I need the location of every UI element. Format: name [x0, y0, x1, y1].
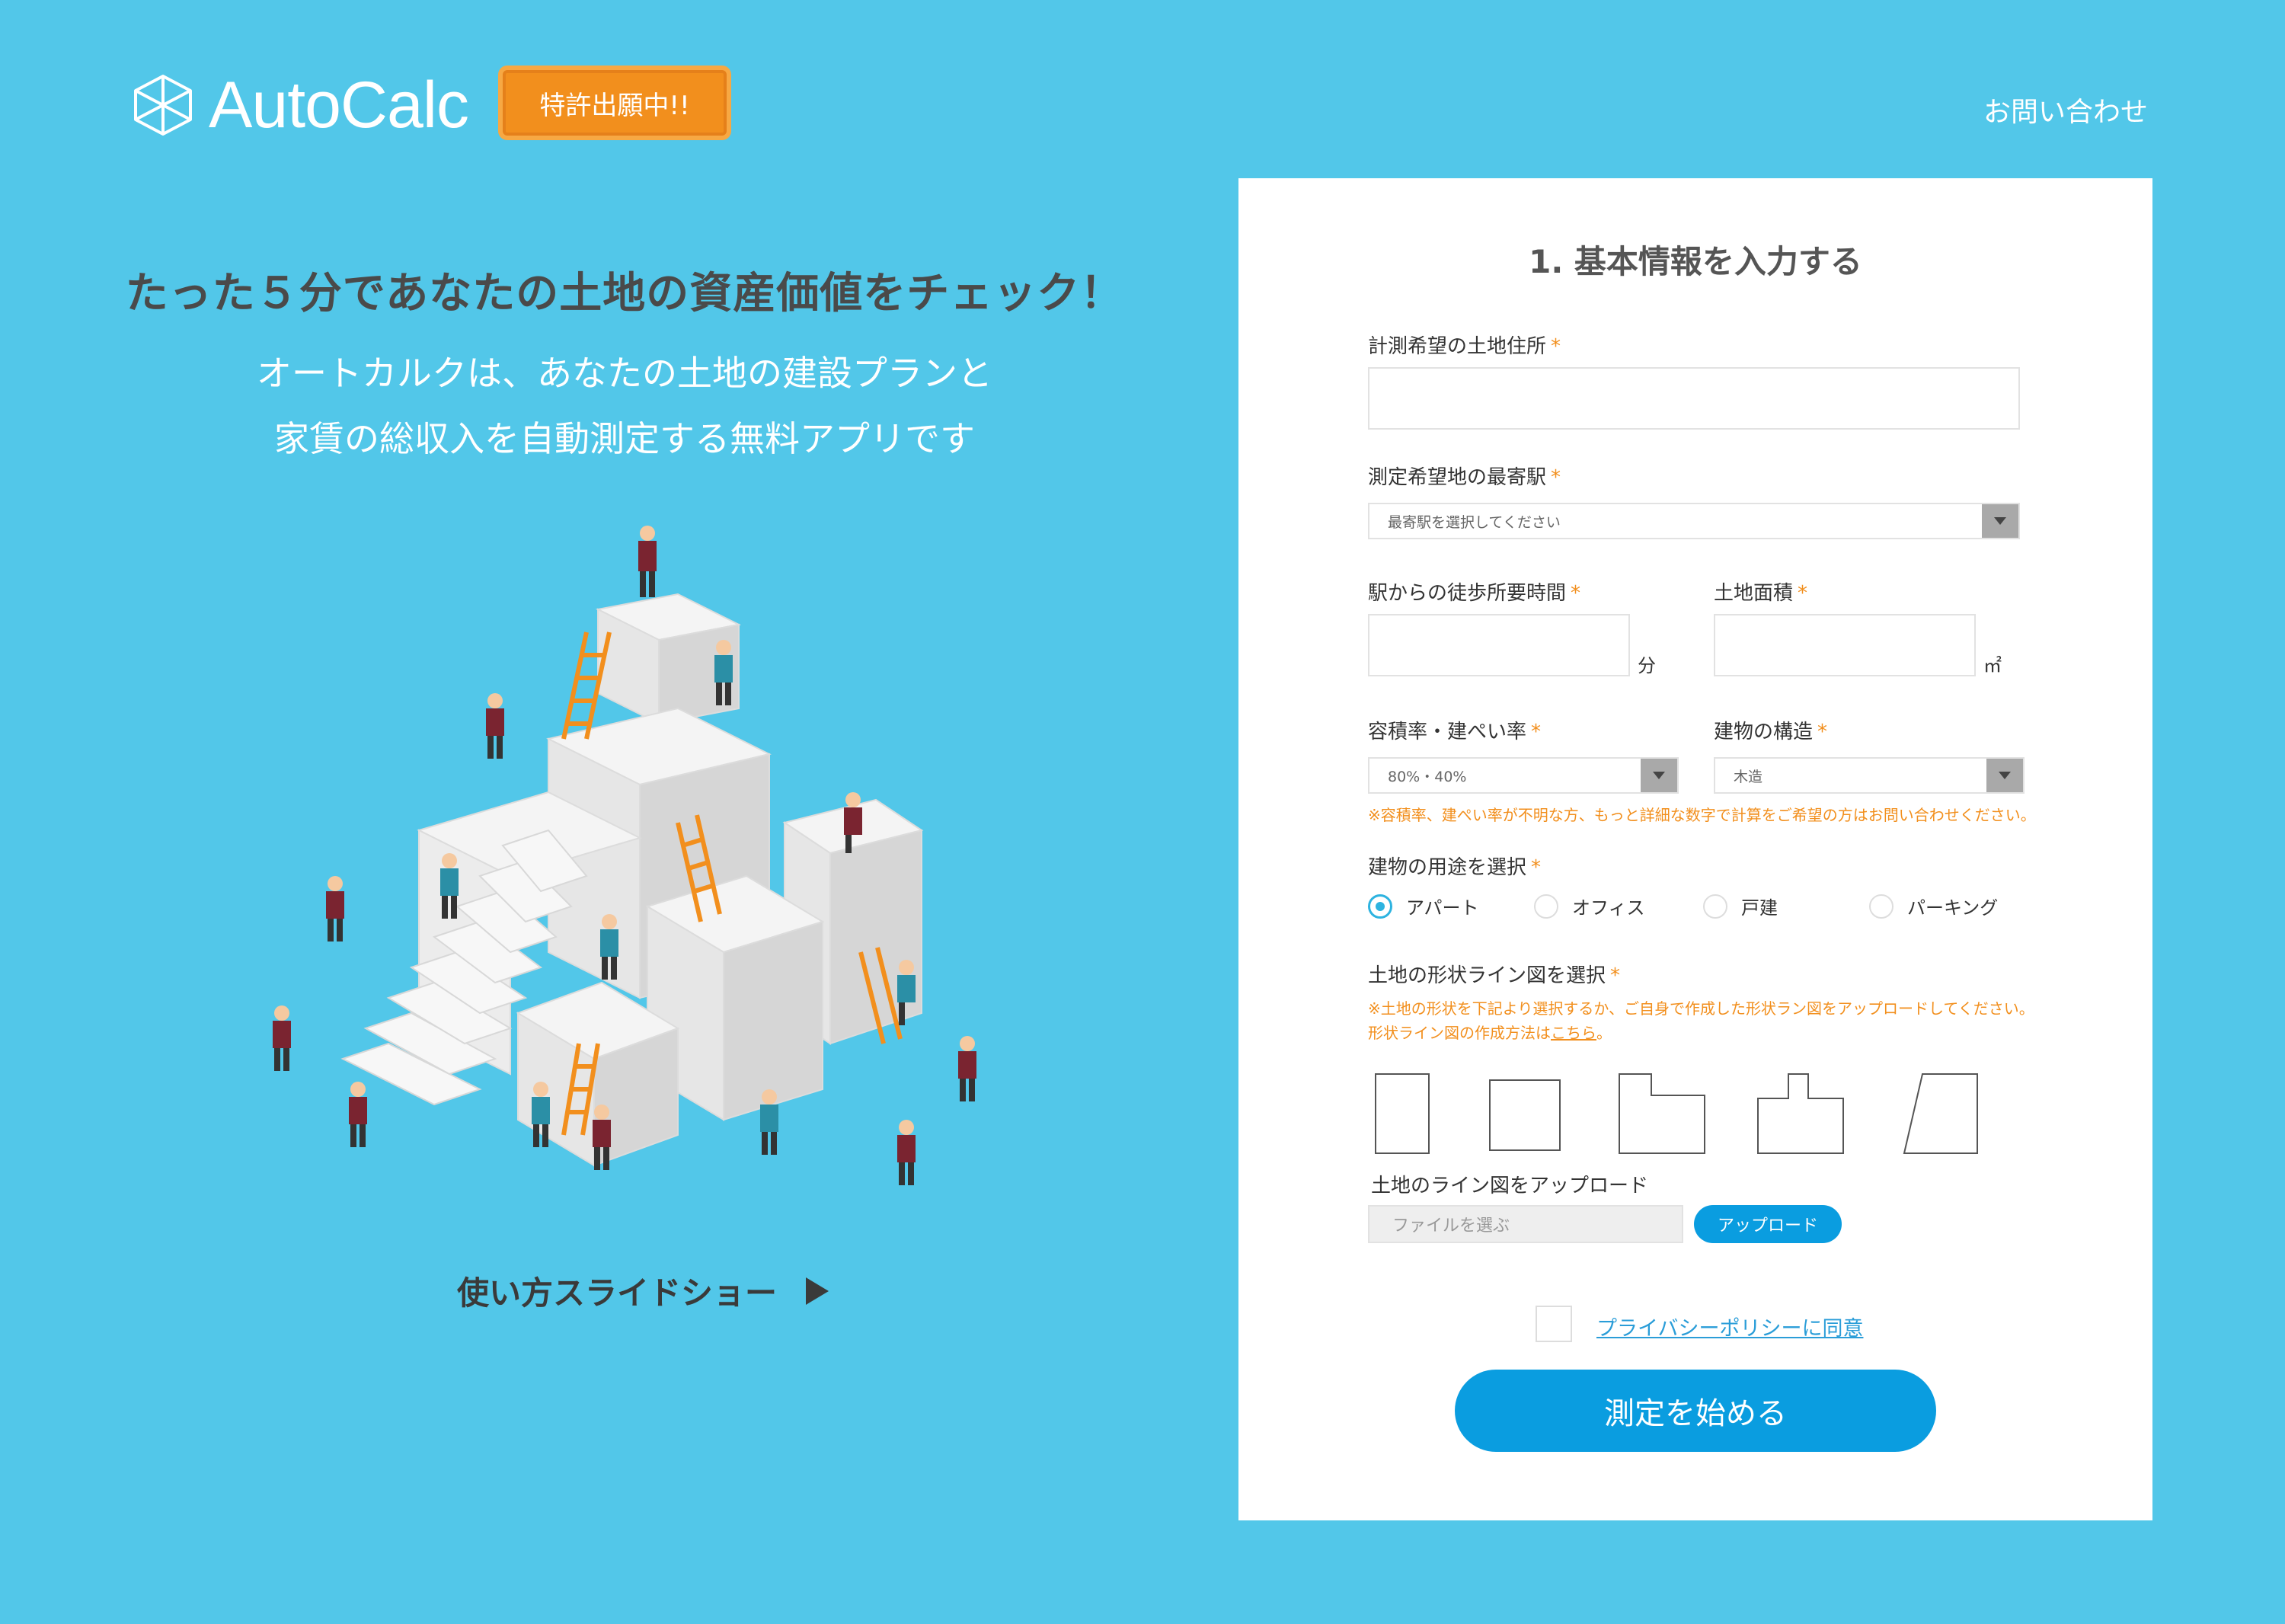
- address-label-text: 計測希望の土地住所: [1368, 335, 1547, 358]
- required-asterisk: *: [1531, 721, 1542, 743]
- privacy-checkbox[interactable]: [1536, 1306, 1572, 1342]
- structure-label: 建物の構造 *: [1714, 716, 1827, 744]
- land-area-input[interactable]: [1714, 614, 1976, 676]
- headline: たった５分であなたの土地の資産価値をチェック！: [125, 269, 1124, 318]
- required-asterisk: *: [1571, 582, 1581, 605]
- radio-apartment[interactable]: アパート: [1368, 893, 1479, 919]
- required-asterisk: *: [1531, 856, 1542, 879]
- land-area-label-text: 土地面積: [1714, 582, 1794, 605]
- required-asterisk: *: [1551, 335, 1561, 358]
- chevron-down-icon[interactable]: [1641, 759, 1677, 792]
- station-placeholder: 最寄駅を選択してください: [1388, 513, 1561, 531]
- radio-house[interactable]: 戸建: [1703, 893, 1778, 919]
- radio-empty-icon: [1703, 894, 1727, 919]
- cube-logo-icon: [134, 75, 192, 136]
- radio-apartment-label: アパート: [1406, 897, 1479, 919]
- ratio-label: 容積率・建ぺい率 *: [1368, 716, 1541, 744]
- chevron-down-icon[interactable]: [1986, 759, 2023, 792]
- shape-notched-option[interactable]: [1619, 1073, 1705, 1154]
- walk-time-label: 駅からの徒歩所要時間 *: [1368, 577, 1580, 606]
- form-panel: 1. 基本情報を入力する 計測希望の土地住所 * 測定希望地の最寄駅 * 最寄駅を選…: [1238, 178, 2152, 1520]
- usage-label: 建物の用途を選択 *: [1368, 852, 1541, 880]
- upload-label: 土地のライン図をアップロード: [1371, 1175, 1649, 1197]
- radio-house-label: 戸建: [1741, 897, 1778, 919]
- privacy-policy-link[interactable]: プライバシーポリシーに同意: [1596, 1312, 1863, 1341]
- required-asterisk: *: [1551, 466, 1561, 489]
- radio-office[interactable]: オフィス: [1534, 893, 1645, 919]
- contact-link[interactable]: お問い合わせ: [1983, 90, 2148, 129]
- walk-time-unit: 分: [1638, 655, 1656, 676]
- shape-options: [1375, 1073, 1978, 1154]
- slideshow-label: 使い方スライドショー: [457, 1274, 778, 1312]
- shape-note-2-suffix: 。: [1596, 1024, 1612, 1042]
- walk-time-input[interactable]: [1368, 614, 1630, 676]
- shape-label-text: 土地の形状ライン図を選択: [1368, 964, 1606, 987]
- land-area-label: 土地面積 *: [1714, 577, 1807, 606]
- radio-empty-icon: [1534, 894, 1558, 919]
- required-asterisk: *: [1798, 582, 1808, 605]
- shape-square-option[interactable]: [1489, 1079, 1561, 1151]
- required-asterisk: *: [1817, 721, 1828, 743]
- structure-select[interactable]: 木造: [1714, 757, 2025, 794]
- logo-text: AutoCalc: [209, 68, 469, 142]
- file-select-input[interactable]: ファイルを選ぶ: [1368, 1205, 1683, 1243]
- walk-time-label-text: 駅からの徒歩所要時間: [1368, 582, 1567, 605]
- upload-button[interactable]: アップロード: [1694, 1205, 1842, 1243]
- shape-t-option[interactable]: [1757, 1073, 1844, 1154]
- ratio-note: ※容積率、建ぺい率が不明な方、もっと詳細な数字で計算をご希望の方はお問い合わせく…: [1368, 806, 2036, 824]
- play-icon: [806, 1277, 829, 1305]
- shape-note-2: 形状ライン図の作成方法はこちら。: [1368, 1021, 2099, 1043]
- required-asterisk: *: [1610, 964, 1621, 987]
- shape-note-1: ※土地の形状を下記より選択するか、ご自身で作成した形状ラン図をアップロードしてく…: [1368, 999, 2034, 1018]
- station-label: 測定希望地の最寄駅 *: [1368, 462, 1561, 490]
- radio-parking-label: パーキング: [1907, 897, 1999, 919]
- land-area-unit: ㎡: [1983, 655, 2002, 676]
- shape-howto-link[interactable]: こちら: [1551, 1024, 1596, 1042]
- shape-label: 土地の形状ライン図を選択 *: [1368, 960, 1620, 988]
- structure-value: 木造: [1734, 768, 1763, 785]
- shape-trapezoid-option[interactable]: [1903, 1073, 1978, 1154]
- start-measurement-button[interactable]: 測定を始める: [1455, 1370, 1936, 1452]
- address-label: 計測希望の土地住所 *: [1368, 331, 1561, 359]
- station-select[interactable]: 最寄駅を選択してください: [1368, 503, 2020, 539]
- logo[interactable]: AutoCalc: [131, 67, 481, 143]
- radio-office-label: オフィス: [1572, 897, 1645, 919]
- form-title: 1. 基本情報を入力する: [1529, 243, 1862, 280]
- ratio-select[interactable]: 80%・40%: [1368, 757, 1679, 794]
- shape-note-2-text: 形状ライン図の作成方法は: [1368, 1024, 1551, 1042]
- patent-badge: 特許出願中!!: [498, 66, 731, 140]
- ratio-value: 80%・40%: [1388, 768, 1467, 785]
- subheadline-line1: オートカルクは、あなたの土地の建設プランと: [257, 353, 992, 394]
- address-input[interactable]: [1368, 367, 2020, 430]
- shape-tall-rect-option[interactable]: [1375, 1073, 1430, 1154]
- radio-selected-icon: [1368, 894, 1392, 919]
- usage-label-text: 建物の用途を選択: [1368, 856, 1527, 879]
- radio-parking[interactable]: パーキング: [1869, 893, 1998, 919]
- station-label-text: 測定希望地の最寄駅: [1368, 466, 1547, 489]
- staircase-illustration: [273, 526, 976, 1185]
- ratio-label-text: 容積率・建ぺい率: [1368, 721, 1527, 743]
- chevron-down-icon[interactable]: [1982, 504, 2018, 538]
- subheadline-line2: 家賃の総収入を自動測定する無料アプリです: [274, 418, 975, 459]
- slideshow-link[interactable]: 使い方スライドショー: [457, 1268, 829, 1314]
- structure-label-text: 建物の構造: [1714, 721, 1814, 743]
- radio-empty-icon: [1869, 894, 1894, 919]
